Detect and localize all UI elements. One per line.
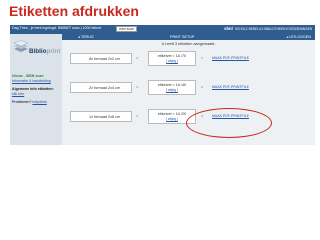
logout-label: UITLOGGEN (289, 35, 311, 39)
change-link[interactable]: [ wijzig ] (149, 59, 195, 63)
sheet-type: etiketvel = 1A /70 (157, 54, 187, 58)
product-section: Nieuw - ISBN scan Informatie & handleidi… (12, 74, 51, 83)
logo-text-main: Biblio (29, 48, 47, 55)
brand-name: sbnl (224, 26, 233, 31)
info-section: Algemene info etiketten: klik hier (12, 87, 54, 96)
page-title: PRINT SETUP (170, 35, 195, 39)
problems-section: Problemen? helpdesk (12, 100, 47, 105)
book-stack-icon (13, 40, 29, 52)
biblioprint-logo: Biblioprint (12, 38, 61, 68)
slide-title: Etiketten afdrukken (9, 3, 139, 19)
back-link[interactable]: ◂ TERUG (78, 34, 94, 40)
problems-label: Problemen? (12, 100, 32, 104)
sheet-box: etiketvel = 1A /40 [ wijzig ] (148, 80, 196, 95)
product-info-link[interactable]: Informatie & handleiding (12, 79, 51, 84)
equals-sign: = (136, 55, 139, 60)
labels-created-notice: U heeft 3 etiketten aangemaakt. (161, 42, 216, 46)
logo-text: Biblioprint (29, 48, 61, 55)
sidebar: Biblioprint Nieuw - ISBN scan Informatie… (10, 34, 62, 145)
make-pdf-link[interactable]: MAAK PDF-PRINTFILE (212, 53, 249, 63)
equals-sign: = (201, 55, 204, 60)
format-box: 2x formaat 2x4 cm (70, 82, 132, 93)
sheet-type: etiketvel = 1A /20 (157, 112, 187, 116)
back-label: TERUG (80, 35, 94, 39)
info-link[interactable]: klik hier (12, 92, 54, 97)
sheet-type: etiketvel = 1A /40 (157, 83, 187, 87)
label-row: 8x formaat 2x2 cm = etiketvel = 1A /70 [… (70, 50, 296, 68)
brand-subtitle: SCHOLZ BENELUX BIBLIOTHEEKVOORZIENINGEN (234, 27, 312, 31)
logout-link[interactable]: ◂ UITLOGGEN (286, 34, 311, 40)
equals-sign: = (201, 84, 204, 89)
helpdesk-link[interactable]: helpdesk (32, 100, 46, 104)
info-heading: Algemene info etiketten: (12, 87, 54, 91)
change-link[interactable]: [ wijzig ] (149, 88, 195, 92)
equals-sign: = (136, 113, 139, 118)
nav-bar: ◂ TERUG PRINT SETUP ◂ UITLOGGEN (62, 34, 315, 40)
scan-button[interactable]: rsbn scan (116, 26, 137, 32)
login-greeting: Dag Theo , je bent ingelogd. BIBNET scan… (12, 26, 102, 30)
format-box: 8x formaat 2x2 cm (70, 53, 132, 64)
equals-sign: = (136, 84, 139, 89)
highlight-ellipse (186, 108, 272, 138)
brand: sbnl SCHOLZ BENELUX BIBLIOTHEEKVOORZIENIN… (224, 26, 312, 31)
sheet-box: etiketvel = 1A /70 [ wijzig ] (148, 51, 196, 66)
format-box: 1x formaat 2x8 cm (70, 111, 132, 122)
top-bar: Dag Theo , je bent ingelogd. BIBNET scan… (10, 25, 315, 34)
label-row: 2x formaat 2x4 cm = etiketvel = 1A /40 [… (70, 79, 296, 97)
make-pdf-link[interactable]: MAAK PDF-PRINTFILE (212, 82, 249, 92)
logo-text-accent: print (46, 48, 61, 55)
